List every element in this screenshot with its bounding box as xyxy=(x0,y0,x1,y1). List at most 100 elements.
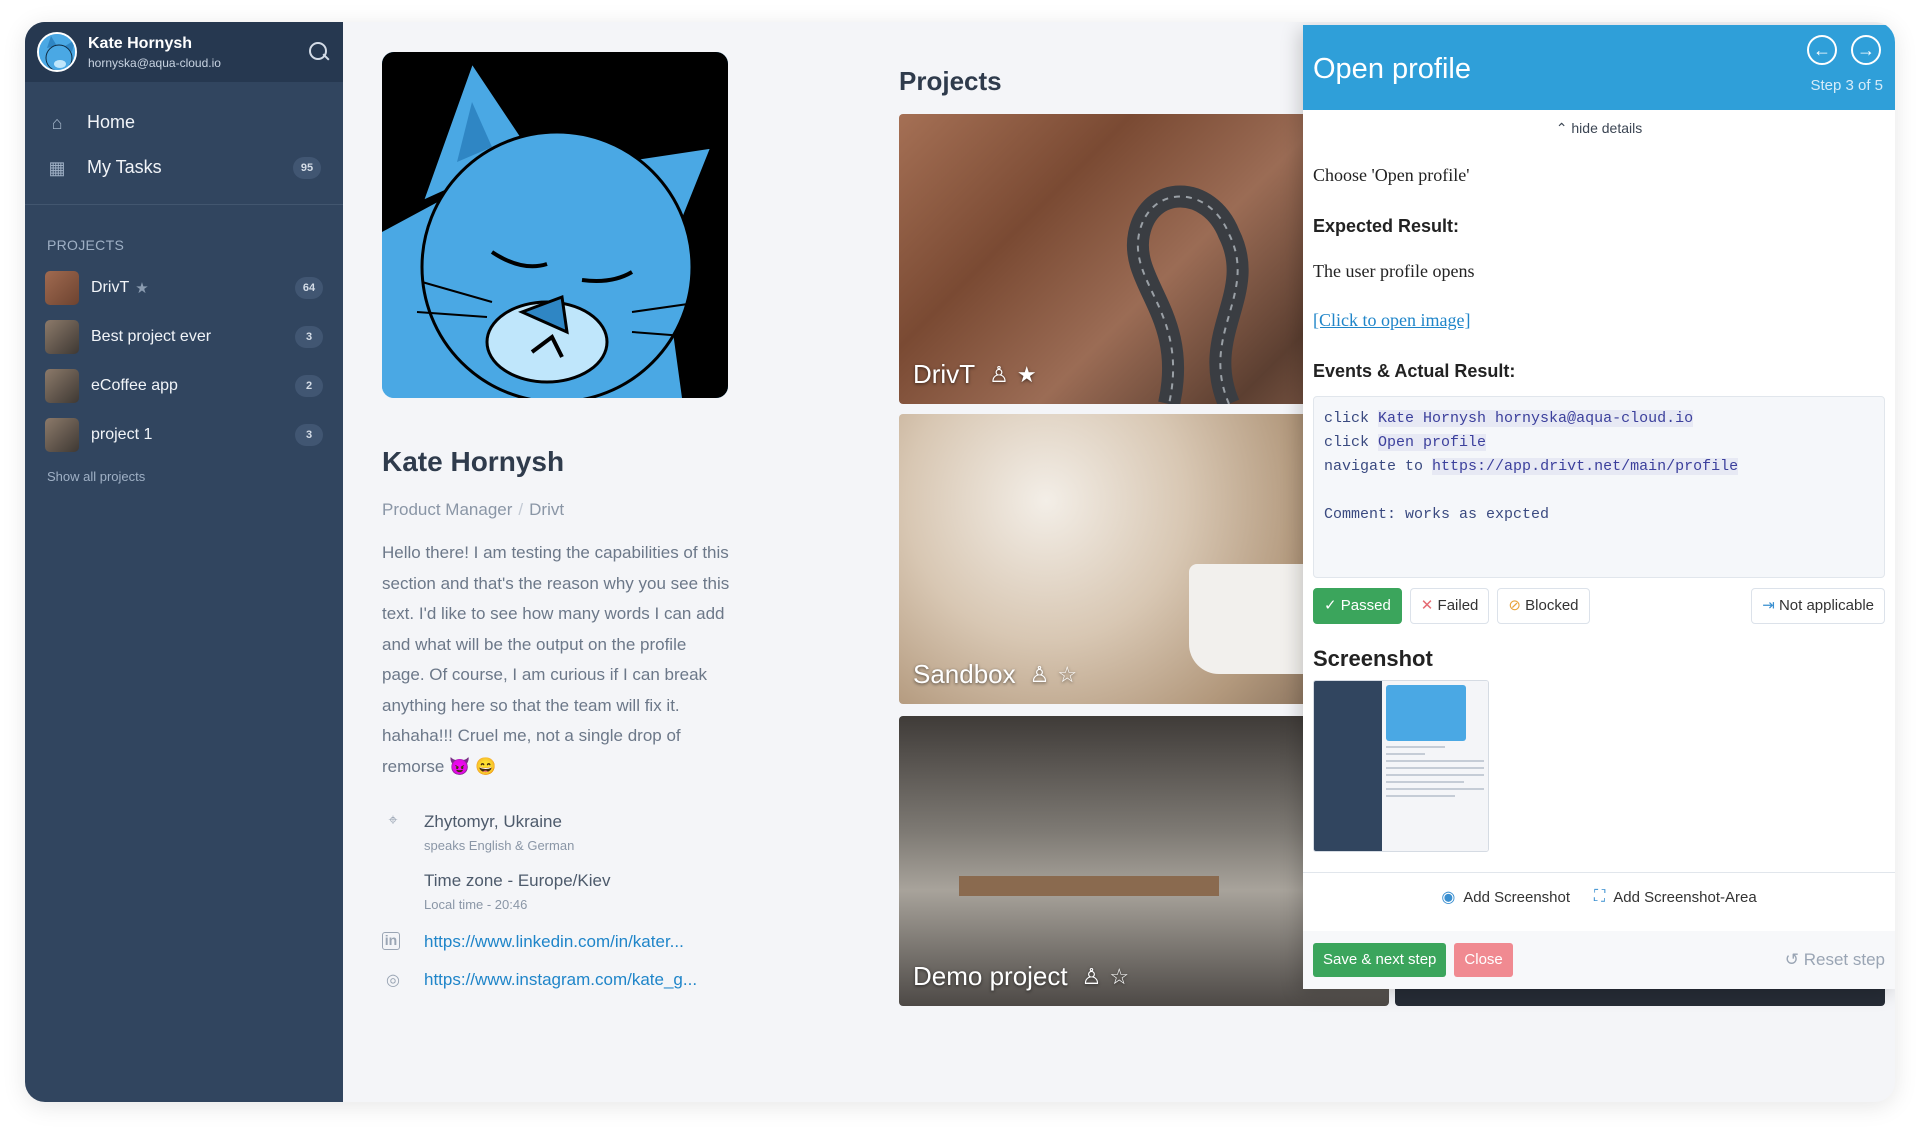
show-all-projects-link[interactable]: Show all projects xyxy=(25,459,343,494)
panel-footer: Save & next step Close ↺ Reset step xyxy=(1303,931,1895,989)
test-step-panel: Open profile ← → Step 3 of 5 ⌃ hide deta… xyxy=(1303,25,1895,989)
sidebar-project-project-1[interactable]: project 1 3 xyxy=(25,410,343,459)
project-card-label: Demo project ♙ ☆ xyxy=(913,961,1129,992)
sidebar-user-header[interactable]: Kate Hornysh hornyska@aqua-cloud.io xyxy=(25,22,343,82)
step-navigation: ← → xyxy=(1793,35,1881,65)
project-thumbnail xyxy=(45,417,79,452)
panel-header: Open profile ← → Step 3 of 5 xyxy=(1303,25,1895,110)
linkedin-icon: in xyxy=(382,932,400,950)
save-next-step-button[interactable]: Save & next step xyxy=(1313,943,1447,977)
project-thumbnail xyxy=(45,319,79,354)
sidebar-item-label: My Tasks xyxy=(87,157,162,177)
expected-result-text: The user profile opens xyxy=(1313,261,1475,281)
search-icon[interactable] xyxy=(307,40,331,64)
sidebar-project-drivt[interactable]: DrivT ★ 64 xyxy=(25,263,343,312)
profile-company: Drivt xyxy=(529,500,565,519)
user-icon: ♙ xyxy=(989,361,1009,387)
sidebar-item-my-tasks[interactable]: ▦ My Tasks 95 xyxy=(25,145,343,190)
projects-title: Projects xyxy=(899,66,1002,96)
sidebar-item-label: Home xyxy=(87,112,136,132)
instagram-icon: ◎ xyxy=(386,972,400,989)
count-badge: 3 xyxy=(295,423,323,446)
add-screenshot-button[interactable]: ◉ Add Screenshot xyxy=(1441,887,1570,907)
project-card-label: Sandbox ♙ ☆ xyxy=(913,659,1077,690)
panel-title: Open profile xyxy=(1313,53,1471,85)
x-icon: ✕ xyxy=(1420,597,1434,614)
profile-avatar xyxy=(382,52,728,398)
check-icon: ✓ xyxy=(1324,597,1337,614)
reset-icon: ↺ xyxy=(1784,950,1799,969)
star-outline-icon[interactable]: ☆ xyxy=(1109,964,1129,990)
profile-bio: Hello there! I am testing the capabiliti… xyxy=(382,543,730,776)
profile-column: Kate Hornysh Product Manager / Drivt Hello… xyxy=(382,52,762,990)
star-filled-icon[interactable]: ★ xyxy=(1017,362,1037,388)
event-comment: Comment: works as expcted xyxy=(1324,506,1550,523)
screenshot-thumbnail[interactable] xyxy=(1313,680,1489,852)
close-button[interactable]: Close xyxy=(1454,943,1513,977)
step-counter: Step 3 of 5 xyxy=(1810,77,1883,94)
previous-step-button[interactable]: ← xyxy=(1807,35,1837,65)
events-log[interactable]: click Kate Hornysh hornyska@aqua-cloud.i… xyxy=(1313,396,1885,578)
open-image-link[interactable]: [Click to open image] xyxy=(1313,310,1470,331)
separator: / xyxy=(518,500,524,519)
avatar[interactable] xyxy=(37,32,77,72)
add-screenshot-area-button[interactable]: ⛶ Add Screenshot-Area xyxy=(1594,887,1757,907)
next-step-button[interactable]: → xyxy=(1851,35,1881,65)
sidebar-project-best-project-ever[interactable]: Best project ever 3 xyxy=(25,312,343,361)
count-badge: 2 xyxy=(295,374,323,397)
profile-location: Zhytomyr, Ukraine xyxy=(424,812,562,831)
star-outline-icon[interactable]: ☆ xyxy=(1057,662,1077,688)
profile-name: Kate Hornysh xyxy=(382,446,565,477)
screenshot-heading: Screenshot xyxy=(1313,646,1433,671)
step-instruction: Choose 'Open profile' xyxy=(1313,165,1470,185)
blocked-button[interactable]: ⊘ Blocked xyxy=(1497,588,1590,624)
status-buttons: ✓ Passed ✕ Failed ⊘ Blocked ⇥ Not applic… xyxy=(1313,588,1885,624)
profile-location-row: ⌖ Zhytomyr, Ukraine speaks English & Ger… xyxy=(382,812,762,853)
project-thumbnail xyxy=(45,368,79,403)
linkedin-link[interactable]: https://www.linkedin.com/in/kater... xyxy=(424,932,739,952)
profile-role-line: Product Manager / Drivt xyxy=(382,500,762,520)
profile-timezone: Time zone - Europe/Kiev xyxy=(424,871,611,890)
profile-instagram-row: ◎ https://www.instagram.com/kate_g... xyxy=(382,970,762,990)
home-icon: ⌂ xyxy=(51,112,63,133)
hide-details-toggle[interactable]: ⌃ hide details xyxy=(1303,120,1895,137)
project-card-name: Sandbox xyxy=(913,659,1016,689)
sidebar-project-label: DrivT xyxy=(91,278,130,296)
blocked-icon: ⊘ xyxy=(1508,597,1521,614)
count-badge: 3 xyxy=(295,325,323,348)
sidebar-project-label: project 1 xyxy=(91,425,153,443)
sidebar-item-home[interactable]: ⌂ Home xyxy=(25,100,343,145)
star-icon[interactable]: ★ xyxy=(135,279,148,297)
reset-step-button[interactable]: ↺ Reset step xyxy=(1785,950,1885,970)
sidebar-nav: ⌂ Home ▦ My Tasks 95 xyxy=(25,82,343,205)
user-name: Kate Hornysh xyxy=(88,34,193,52)
count-badge: 64 xyxy=(295,276,323,299)
table-illustration xyxy=(959,876,1219,896)
sidebar-project-label: eCoffee app xyxy=(91,376,178,394)
profile-linkedin-row: in https://www.linkedin.com/in/kater... xyxy=(382,932,762,952)
user-email: hornyska@aqua-cloud.io xyxy=(88,55,221,70)
chevron-up-icon: ⌃ xyxy=(1555,120,1568,136)
user-icon: ♙ xyxy=(1029,661,1050,687)
skip-icon: ⇥ xyxy=(1762,597,1775,614)
project-card-name: DrivT xyxy=(913,359,976,389)
event-line: navigate to https://app.drivt.net/main/p… xyxy=(1324,458,1739,475)
hide-details-label: hide details xyxy=(1571,120,1643,136)
passed-button[interactable]: ✓ Passed xyxy=(1313,588,1402,624)
failed-button[interactable]: ✕ Failed xyxy=(1409,588,1490,624)
project-card-name: Demo project xyxy=(913,961,1068,991)
profile-role: Product Manager xyxy=(382,500,513,519)
count-badge: 95 xyxy=(293,156,321,179)
calendar-icon: ▦ xyxy=(48,157,66,178)
event-line: click Kate Hornysh hornyska@aqua-cloud.i… xyxy=(1324,410,1694,427)
not-applicable-button[interactable]: ⇥ Not applicable xyxy=(1751,588,1885,624)
screenshot-actions: ◉ Add Screenshot ⛶ Add Screenshot-Area xyxy=(1303,887,1895,907)
location-pin-icon: ⌖ xyxy=(388,812,398,829)
sidebar-project-ecoffee-app[interactable]: eCoffee app 2 xyxy=(25,361,343,410)
divider xyxy=(1303,872,1895,873)
profile-timezone-row: Time zone - Europe/Kiev Local time - 20:… xyxy=(382,871,762,912)
instagram-link[interactable]: https://www.instagram.com/kate_g... xyxy=(424,970,739,990)
crop-area-icon: ⛶ xyxy=(1594,888,1606,905)
profile-languages: speaks English & German xyxy=(424,838,575,853)
panel-body: Choose 'Open profile' Expected Result: T… xyxy=(1303,165,1895,852)
